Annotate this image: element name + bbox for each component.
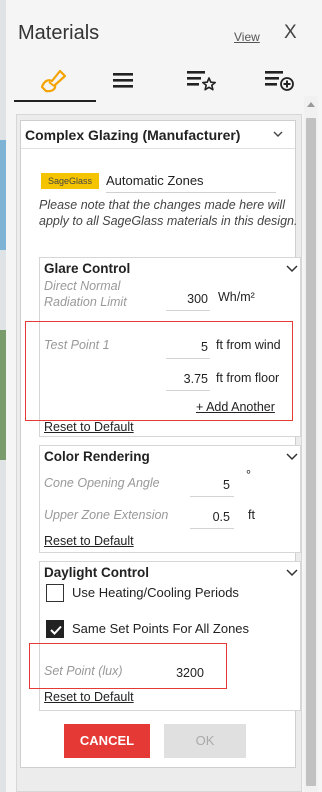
glare-control-title: Glare Control <box>44 261 131 276</box>
daylight-reset-link[interactable]: Reset to Default <box>44 690 134 704</box>
heating-cooling-checkbox[interactable] <box>46 584 64 602</box>
floor-distance-underline <box>166 390 210 391</box>
card-title: Complex Glazing (Manufacturer) <box>25 127 241 143</box>
color-rendering-section: Color Rendering Cone Opening Angle 5 ° U… <box>39 445 301 553</box>
set-point-value[interactable]: 3200 <box>166 666 214 680</box>
scroll-up-arrow-icon[interactable] <box>307 102 315 107</box>
zone-mode-underline <box>106 192 276 193</box>
daylight-control-section: Daylight Control Use Heating/Cooling Per… <box>39 561 301 711</box>
radiation-limit-unit: Wh/m² <box>218 290 255 304</box>
materials-panel: Materials View X Complex Glazing (Manufa… <box>6 0 322 792</box>
card-header[interactable]: Complex Glazing (Manufacturer) <box>21 121 295 149</box>
zone-mode-value[interactable]: Automatic Zones <box>106 173 204 188</box>
tab-materials-favorites[interactable] <box>166 58 236 102</box>
sageglass-logo: SageGlass <box>41 173 99 189</box>
same-set-points-label: Same Set Points For All Zones <box>72 621 250 636</box>
changes-note: Please note that the changes made here w… <box>39 198 298 228</box>
floor-distance-value[interactable]: 3.75 <box>166 372 208 386</box>
radiation-limit-value[interactable]: 300 <box>166 292 208 306</box>
panel-header: Materials View X <box>6 0 322 58</box>
glare-control-section: Glare Control Direct Normal Radiation Li… <box>39 257 301 437</box>
glare-reset-link[interactable]: Reset to Default <box>44 420 134 434</box>
scrollbar-thumb[interactable] <box>306 118 316 786</box>
checkmark-icon <box>50 625 62 635</box>
color-reset-link[interactable]: Reset to Default <box>44 534 134 548</box>
window-distance-underline <box>166 358 210 359</box>
cone-angle-label: Cone Opening Angle <box>44 476 160 490</box>
set-point-label: Set Point (lux) <box>44 664 123 678</box>
add-another-link[interactable]: + Add Another <box>196 400 275 414</box>
upper-zone-unit: ft <box>248 508 255 522</box>
daylight-control-title: Daylight Control <box>44 565 149 580</box>
cone-angle-unit: ° <box>246 468 251 482</box>
panel-title: Materials <box>18 22 100 44</box>
window-distance-unit: ft from wind <box>216 338 281 352</box>
chevron-down-icon[interactable] <box>286 569 298 579</box>
color-rendering-title: Color Rendering <box>44 449 150 464</box>
tab-materials-brush[interactable] <box>14 58 96 102</box>
upper-zone-value[interactable]: 0.5 <box>190 510 230 524</box>
cone-angle-underline <box>190 496 234 497</box>
tab-materials-list[interactable] <box>88 58 158 102</box>
chevron-down-icon[interactable] <box>286 265 298 275</box>
close-button[interactable]: X <box>284 22 297 44</box>
heating-cooling-label: Use Heating/Cooling Periods <box>72 585 239 600</box>
ok-button[interactable]: OK <box>164 724 246 758</box>
cancel-button[interactable]: CANCEL <box>64 724 150 758</box>
upper-zone-label: Upper Zone Extension <box>44 508 169 522</box>
cone-angle-value[interactable]: 5 <box>190 478 230 492</box>
chevron-down-icon[interactable] <box>286 453 298 463</box>
floor-distance-unit: ft from floor <box>216 371 280 385</box>
test-point-label: Test Point 1 <box>44 338 110 352</box>
tab-bar <box>6 58 322 104</box>
chevron-down-icon[interactable] <box>273 131 283 141</box>
radiation-limit-underline <box>166 310 210 311</box>
view-link[interactable]: View <box>234 30 260 44</box>
same-set-points-checkbox[interactable] <box>46 620 64 638</box>
radiation-limit-label: Direct Normal Radiation Limit <box>44 279 127 309</box>
complex-glazing-card: Complex Glazing (Manufacturer) SageGlass… <box>20 120 301 768</box>
upper-zone-underline <box>190 528 234 529</box>
scrollbar[interactable] <box>304 96 318 792</box>
window-distance-value[interactable]: 5 <box>166 340 208 354</box>
